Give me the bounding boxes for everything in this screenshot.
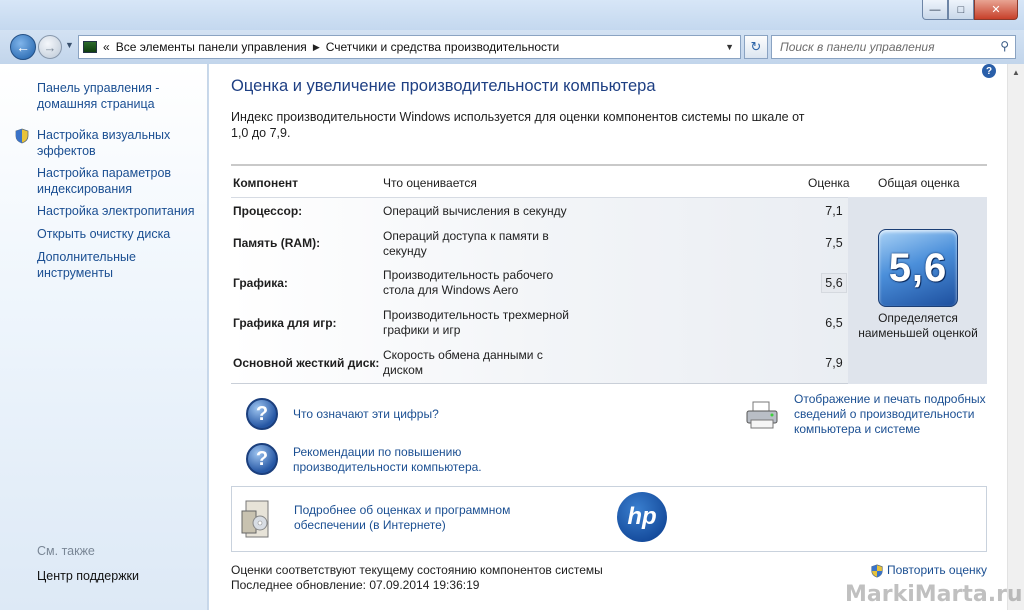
sidebar-item-advanced-tools[interactable]: Дополнительные инструменты (37, 249, 157, 281)
forward-arrow-icon: → (43, 39, 57, 55)
score-table: Компонент Что оценивается Оценка Общая о… (231, 164, 987, 384)
question-icon: ? (246, 398, 278, 430)
header-what-rated: Что оценивается (383, 176, 477, 190)
minimize-button[interactable]: — (922, 0, 948, 20)
row-graphics-name: Графика: (233, 276, 288, 290)
overall-score-badge: 5,6 (878, 229, 958, 307)
help-icon[interactable]: ? (982, 64, 996, 78)
uac-shield-icon (871, 564, 883, 577)
software-box-icon (241, 500, 269, 538)
sidebar: Панель управления - домашняя страница На… (0, 64, 208, 610)
question-icon: ? (246, 443, 278, 475)
print-details-link[interactable]: Отображение и печать подробных сведений … (794, 392, 994, 437)
watermark: MarkiMarta.ru (845, 582, 1023, 607)
breadcrumb-overflow[interactable]: « (103, 40, 110, 54)
row-cpu-score: 7,1 (825, 204, 843, 218)
see-also-label: См. также (37, 544, 95, 558)
history-dropdown-icon[interactable]: ▼ (65, 40, 74, 50)
sidebar-item-disk-cleanup[interactable]: Открыть очистку диска (37, 226, 197, 242)
row-gaming-desc: Производительность трехмерной графики и … (383, 308, 569, 337)
breadcrumb-separator-icon[interactable]: ▶ (313, 42, 320, 53)
maximize-button[interactable]: □ (948, 0, 974, 20)
printer-icon (746, 401, 778, 429)
what-numbers-mean-link[interactable]: Что означают эти цифры? (293, 407, 439, 422)
row-ram-score: 7,5 (825, 236, 843, 250)
refresh-icon: ↻ (750, 39, 762, 54)
row-cpu-desc: Операций вычисления в секунду (383, 204, 567, 218)
row-ram-name: Память (RAM): (233, 236, 321, 250)
page-title: Оценка и увеличение производительности к… (231, 77, 656, 95)
control-panel-icon (83, 41, 97, 53)
row-disk-score: 7,9 (825, 356, 843, 370)
header-component: Компонент (233, 176, 298, 190)
row-disk-desc: Скорость обмена данными с диском (383, 348, 543, 377)
title-bar: — □ ✕ (0, 0, 1024, 30)
maximize-icon: □ (957, 3, 965, 16)
navigation-bar: ← → ▼ « Все элементы панели управления ▶… (0, 30, 1024, 64)
status-text: Оценки соответствуют текущему состоянию … (231, 563, 603, 593)
header-score: Оценка (808, 176, 850, 190)
rerun-assessment-label: Повторить оценку (887, 563, 988, 577)
row-graphics-desc: Производительность рабочего стола для Wi… (383, 268, 554, 297)
scroll-up-icon[interactable]: ▲ (1008, 64, 1024, 81)
hp-logo: hp (617, 492, 667, 542)
performance-tips-link[interactable]: Рекомендации по повышению производительн… (293, 445, 498, 475)
main-content: ? ▲ Оценка и увеличение производительнос… (209, 64, 1024, 610)
row-gaming-score: 6,5 (825, 316, 843, 330)
row-gaming-name: Графика для игр: (233, 316, 337, 330)
sidebar-item-indexing[interactable]: Настройка параметров индексирования (37, 165, 187, 197)
more-info-online-link[interactable]: Подробнее об оценках и программном обесп… (294, 503, 524, 533)
row-graphics-score: 5,6 (821, 273, 847, 293)
sidebar-item-support-center[interactable]: Центр поддержки (37, 568, 139, 584)
search-icon[interactable]: ⚲ (1000, 39, 1009, 53)
close-button[interactable]: ✕ (974, 0, 1018, 20)
vertical-scrollbar[interactable]: ▲ (1007, 64, 1024, 610)
breadcrumb-all-items[interactable]: Все элементы панели управления (116, 40, 307, 54)
address-bar[interactable]: « Все элементы панели управления ▶ Счетч… (78, 35, 741, 59)
table-divider (231, 164, 987, 166)
online-info-box: Подробнее об оценках и программном обесп… (231, 486, 987, 552)
search-placeholder: Поиск в панели управления (780, 40, 935, 54)
header-overall: Общая оценка (878, 176, 960, 190)
overall-score-caption: Определяется наименьшей оценкой (858, 311, 978, 340)
status-line: Оценки соответствуют текущему состоянию … (231, 563, 603, 577)
overall-score-value: 5,6 (888, 245, 948, 290)
last-update-line: Последнее обновление: 07.09.2014 19:36:1… (231, 578, 480, 592)
row-ram-desc: Операций доступа к памяти в секунду (383, 229, 549, 258)
search-input[interactable]: Поиск в панели управления ⚲ (771, 35, 1016, 59)
intro-text: Индекс производительности Windows исполь… (231, 110, 805, 140)
back-button[interactable]: ← (10, 34, 36, 60)
refresh-button[interactable]: ↻ (744, 35, 768, 59)
sidebar-item-power[interactable]: Настройка электропитания (37, 203, 197, 219)
address-dropdown-icon[interactable]: ▼ (725, 42, 734, 52)
rerun-assessment-button[interactable]: Повторить оценку (870, 563, 987, 578)
window-controls: — □ ✕ (922, 0, 1018, 20)
close-icon: ✕ (991, 4, 1001, 16)
breadcrumb-performance[interactable]: Счетчики и средства производительности (326, 40, 559, 54)
sidebar-item-home[interactable]: Панель управления - домашняя страница (37, 80, 197, 112)
row-disk-name: Основной жесткий диск: (233, 356, 380, 370)
minimize-icon: — (929, 3, 941, 16)
back-arrow-icon: ← (16, 39, 30, 55)
row-cpu-name: Процессор: (233, 204, 303, 218)
forward-button[interactable]: → (38, 35, 62, 59)
uac-shield-icon (15, 128, 29, 144)
sidebar-item-visual-effects[interactable]: Настройка визуальных эффектов (37, 127, 187, 159)
